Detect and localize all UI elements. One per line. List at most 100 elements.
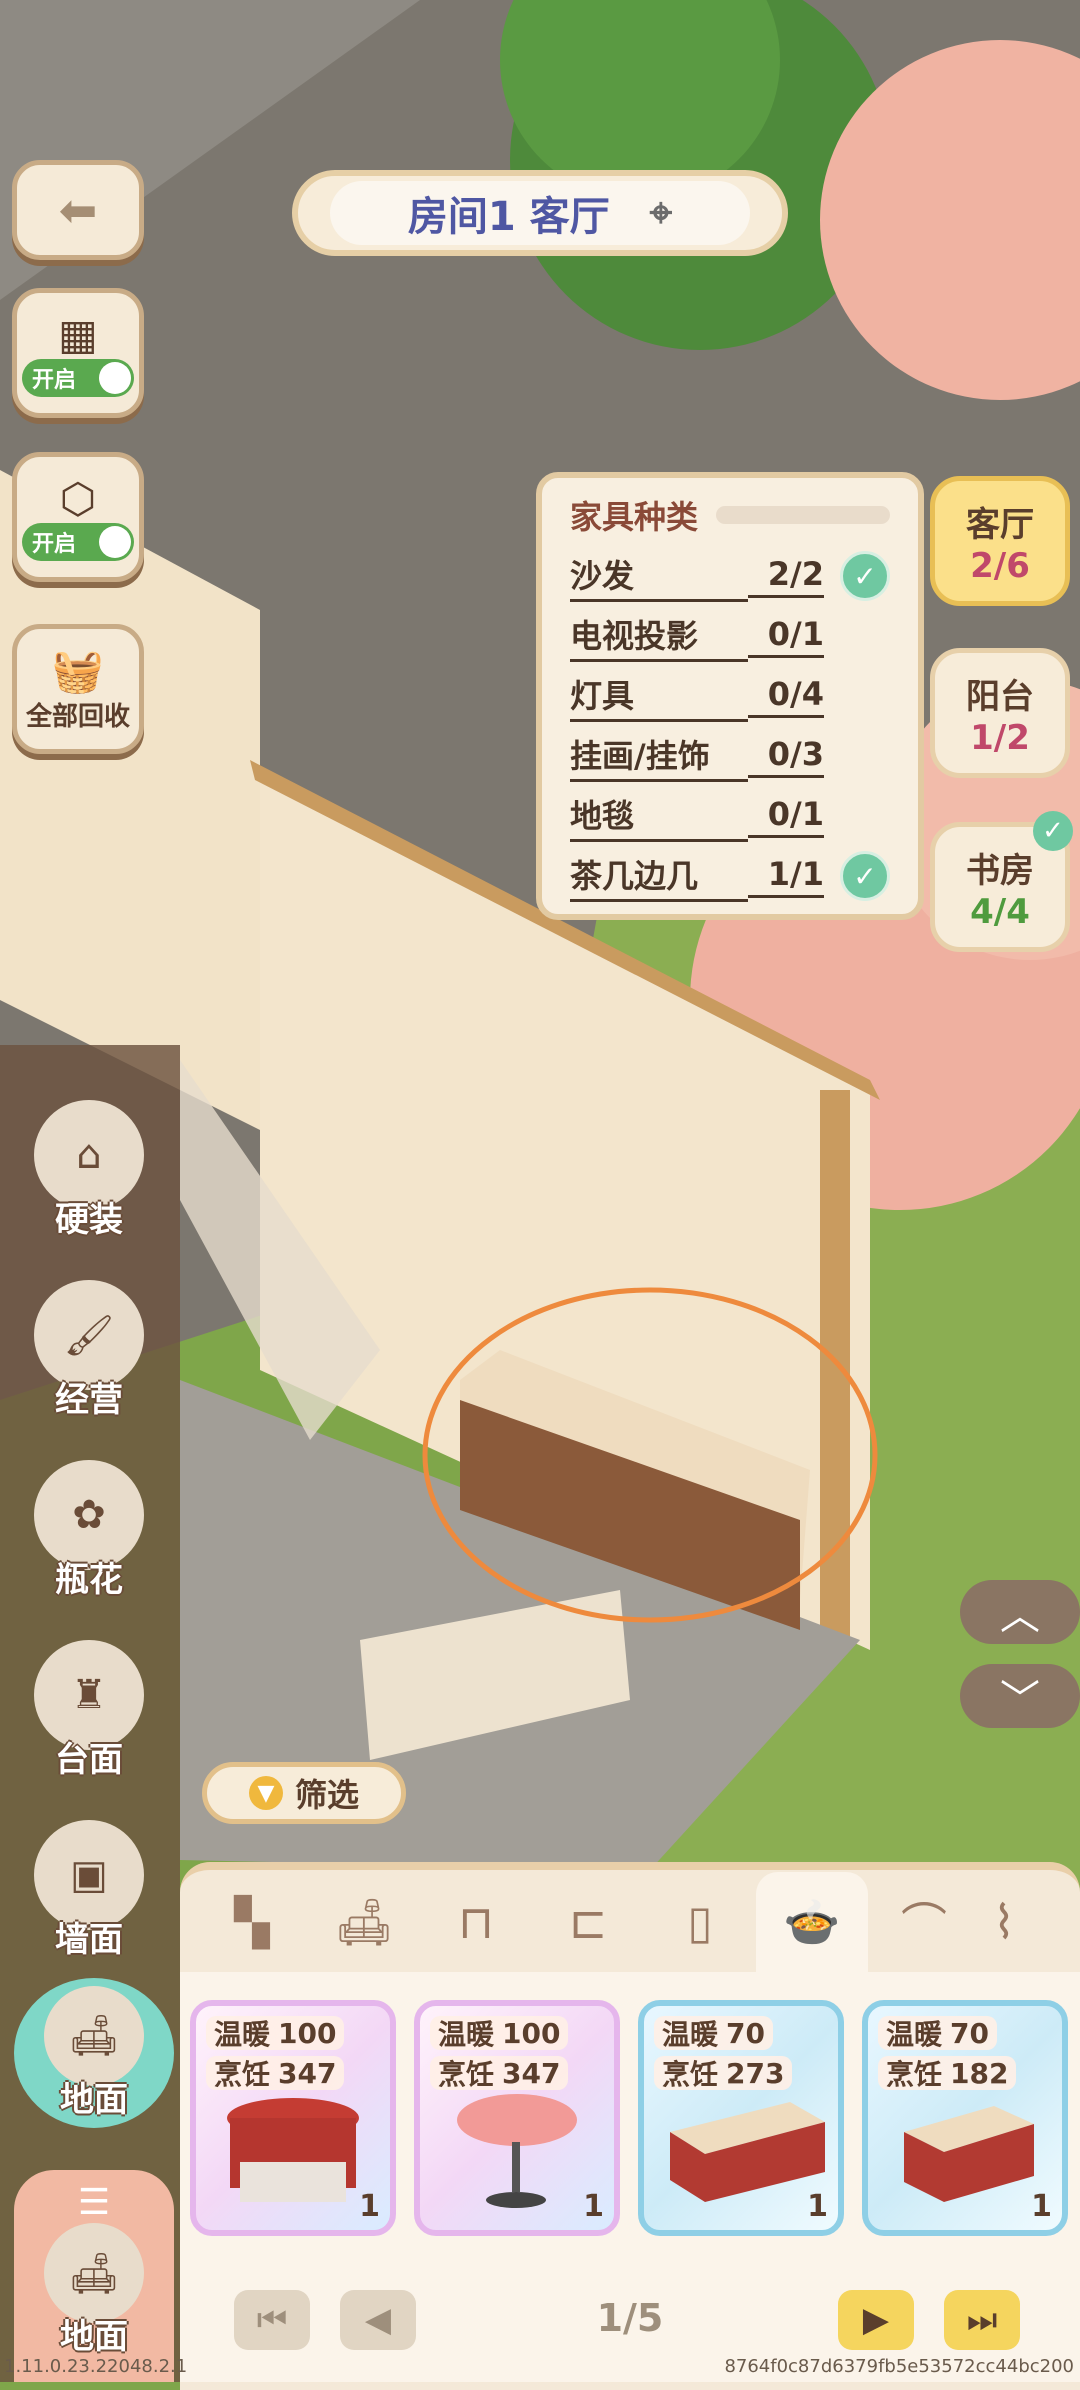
category-name: 挂画/挂饰 (570, 731, 748, 782)
furniture-category-panel: 家具种类 沙发 2/2 ✓ 电视投影 0/1 灯具 0/4 挂画/挂饰 0/3 … (536, 472, 924, 920)
nav-item-tabletop[interactable]: ♜ 台面 (34, 1640, 144, 1781)
cube-toggle[interactable]: 开启 (22, 522, 134, 561)
room-tab-study[interactable]: 书房 4/4 ✓ (930, 811, 1073, 952)
category-name: 电视投影 (570, 611, 748, 662)
room-title: 房间1 客厅 (407, 194, 610, 240)
category-row[interactable]: 地毯 0/1 (570, 786, 890, 846)
back-arrow-icon: ⬅ (58, 183, 98, 237)
recycle-all-button[interactable]: 🧺 全部回收 (12, 624, 144, 754)
item-count: 1 (807, 2189, 828, 2224)
tab-all[interactable]: ▚ (196, 1872, 308, 1972)
sofa-icon: 🛋 (44, 1985, 144, 2086)
stat-label: 烹饪 (662, 2058, 719, 2091)
toggle-label: 开启 (32, 531, 77, 557)
stat-label: 温暖 (438, 2018, 495, 2051)
category-name: 沙发 (570, 551, 748, 602)
nav-label: 硬装 (55, 1200, 123, 1240)
category-count: 0/4 (748, 675, 824, 718)
stat-value: 347 (502, 2056, 561, 2090)
furniture-card[interactable]: 温暖 70 烹饪 273 1 (638, 2000, 844, 2236)
scroll-up-button[interactable]: ︿ (960, 1580, 1080, 1644)
stat-value: 182 (950, 2056, 1009, 2090)
category-row[interactable]: 灯具 0/4 (570, 666, 890, 726)
cooking-stat: 烹饪 347 (430, 2056, 569, 2091)
toggle-label: 开启 (32, 367, 77, 393)
category-row[interactable]: 茶几边几 1/1 ✓ (570, 846, 890, 906)
warmth-stat: 温暖 100 (430, 2016, 569, 2051)
category-name: 灯具 (570, 671, 748, 722)
tab-more[interactable]: ⌇ (980, 1872, 1028, 1972)
sofa-icon: 🛋 (334, 1894, 394, 1949)
check-placeholder (840, 671, 890, 721)
completed-check-icon: ✓ (1033, 811, 1073, 851)
stat-value: 273 (726, 2056, 785, 2090)
bed-icon: ⊏ (568, 1895, 608, 1949)
stat-label: 烹饪 (886, 2058, 943, 2091)
item-count: 1 (359, 2189, 380, 2224)
furniture-card[interactable]: 温暖 100 烹饪 347 1 (414, 2000, 620, 2236)
build-id-text: 8764f0c87d6379fb5e53572cc44bc200 (724, 2356, 1074, 2377)
first-page-button[interactable]: ⏮ (234, 2290, 310, 2350)
tab-table[interactable]: ⊓ (420, 1872, 532, 1972)
tab-bed[interactable]: ⊏ (532, 1872, 644, 1972)
room-tab-balcony[interactable]: 阳台 1/2 (930, 648, 1070, 778)
stat-label: 温暖 (662, 2018, 719, 2051)
furniture-card[interactable]: 温暖 70 烹饪 182 1 (862, 2000, 1068, 2236)
scroll-down-button[interactable]: ﹀ (960, 1664, 1080, 1728)
filter-label: 筛选 (294, 1776, 359, 1814)
grid-icon: ▚ (234, 1895, 270, 1949)
round-table-image (227, 2098, 359, 2202)
category-row[interactable]: 挂画/挂饰 0/3 (570, 726, 890, 786)
tab-sofa[interactable]: 🛋 (308, 1872, 420, 1972)
back-button[interactable]: ⬅ (12, 160, 144, 260)
room-tab-progress: 1/2 (970, 717, 1030, 758)
lamp-icon: ⌇ (992, 1895, 1016, 1949)
warmth-stat: 温暖 70 (878, 2016, 997, 2051)
tab-cooking[interactable]: 🍲 (756, 1872, 868, 1972)
warmth-stat: 温暖 70 (654, 2016, 773, 2051)
nav-item-floor[interactable]: 🛋 地面 (14, 1978, 174, 2128)
tab-bath[interactable]: ⌒ (868, 1872, 980, 1972)
category-name: 茶几边几 (570, 851, 748, 902)
stat-value: 70 (950, 2016, 989, 2050)
room-tab-name: 客厅 (966, 504, 1034, 545)
stat-value: 100 (502, 2016, 561, 2050)
panel-title: 家具种类 (570, 498, 699, 536)
cube-toggle-button[interactable]: ⬡ 开启 (12, 452, 144, 582)
location-pin-icon[interactable]: ⌖ (650, 190, 673, 236)
tab-cabinet[interactable]: ▯ (644, 1872, 756, 1972)
room-tab-living[interactable]: 客厅 2/6 (930, 476, 1070, 606)
nav-item-vase[interactable]: ✿ 瓶花 (34, 1460, 144, 1601)
pot-icon: 🍲 (783, 1894, 841, 1949)
stat-value: 70 (726, 2016, 765, 2050)
filter-button[interactable]: ▼ 筛选 (202, 1762, 406, 1824)
list-icon: ☰ (77, 2182, 111, 2223)
toggle-knob (99, 525, 131, 558)
nav-item-floor-selected[interactable]: ☰ 🛋 地面 (14, 2170, 174, 2382)
category-row[interactable]: 沙发 2/2 ✓ (570, 546, 890, 606)
next-page-button[interactable]: ▶ (838, 2290, 914, 2350)
nav-item-hardwork[interactable]: ⌂ 硬装 (34, 1100, 144, 1241)
room-title-bar[interactable]: 房间1 客厅 ⌖ (292, 170, 788, 256)
furniture-card[interactable]: 温暖 100 烹饪 347 1 (190, 2000, 396, 2236)
wall-icon: ▦ (58, 309, 98, 359)
cooking-stat: 烹饪 347 (206, 2056, 345, 2091)
room-tab-name: 阳台 (966, 676, 1034, 717)
panel-header-bar (716, 506, 890, 524)
check-icon: ✓ (840, 851, 890, 901)
nav-label: 经营 (55, 1380, 123, 1420)
nav-item-business[interactable]: 🖌 经营 (34, 1280, 144, 1421)
wall-toggle[interactable]: 开启 (22, 358, 134, 397)
prev-page-button[interactable]: ◀ (340, 2290, 416, 2350)
last-page-button[interactable]: ⏭ (944, 2290, 1020, 2350)
toilet-icon: ⌒ (901, 1898, 947, 1952)
wall-toggle-button[interactable]: ▦ 开启 (12, 288, 144, 418)
nav-item-wall[interactable]: ▣ 墙面 (34, 1820, 144, 1961)
stat-value: 347 (278, 2056, 337, 2090)
room-tab-progress: 2/6 (970, 545, 1030, 586)
funnel-icon: ▼ (248, 1776, 283, 1810)
category-row[interactable]: 电视投影 0/1 (570, 606, 890, 666)
category-count: 0/3 (748, 735, 824, 778)
category-count: 2/2 (748, 555, 824, 598)
panel-header: 家具种类 (570, 492, 890, 538)
